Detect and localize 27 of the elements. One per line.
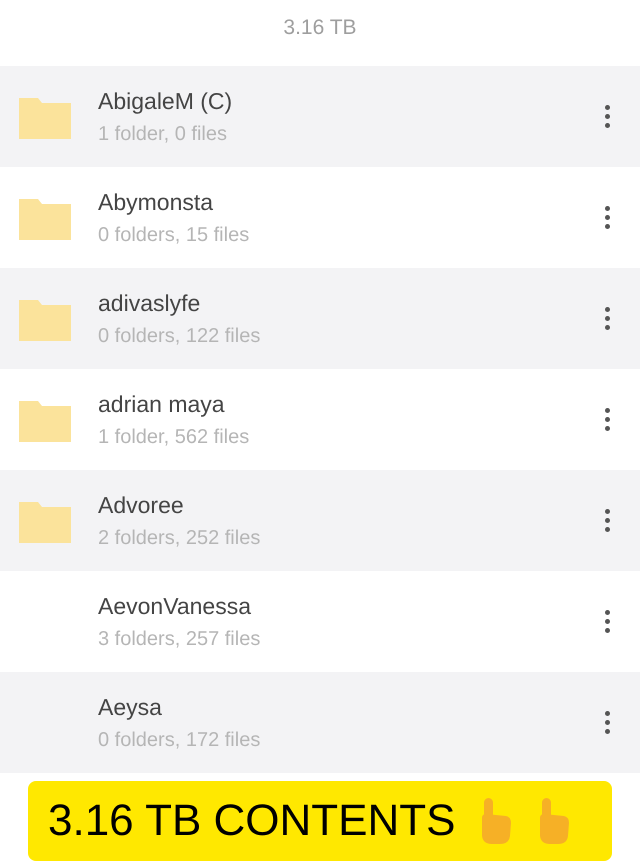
folder-name: AevonVanessa [98,592,252,622]
more-options-icon[interactable] [603,507,612,534]
folder-row[interactable]: Aeysa 0 folders, 172 files [0,672,640,773]
folder-name: AbigaleM (C) [98,87,234,116]
folder-details: 2 folders, 252 files [98,526,262,551]
folder-details: 0 folders, 15 files [98,222,250,248]
folder-details: 1 folder, 0 files [98,122,228,147]
more-options-icon[interactable] [603,608,612,635]
folder-details: 1 folder, 562 files [98,424,250,450]
banner-text: 3.16 TB CONTENTS [48,794,456,846]
folder-name: Aeysa [98,693,163,722]
more-options-icon[interactable] [603,305,612,332]
folder-row[interactable]: adivaslyfe 0 folders, 122 files [0,268,640,369]
folder-row[interactable]: AbigaleM (C) 1 folder, 0 files [0,66,640,167]
storage-size: 3.16 TB [283,15,357,41]
folder-name: Abymonsta [98,188,214,218]
folder-name: adrian maya [98,390,226,420]
folder-details: 3 folders, 257 files [98,626,262,652]
more-options-icon[interactable] [603,406,612,433]
folder-name: adivaslyfe [98,289,202,318]
folder-row[interactable]: Advoree 2 folders, 252 files [0,470,640,571]
folder-name: Advoree [98,491,185,520]
more-options-icon[interactable] [603,709,612,736]
folder-details: 0 folders, 122 files [98,324,262,349]
more-options-icon[interactable] [603,103,612,130]
more-options-icon[interactable] [603,204,612,231]
folder-details: 0 folders, 172 files [98,728,262,753]
